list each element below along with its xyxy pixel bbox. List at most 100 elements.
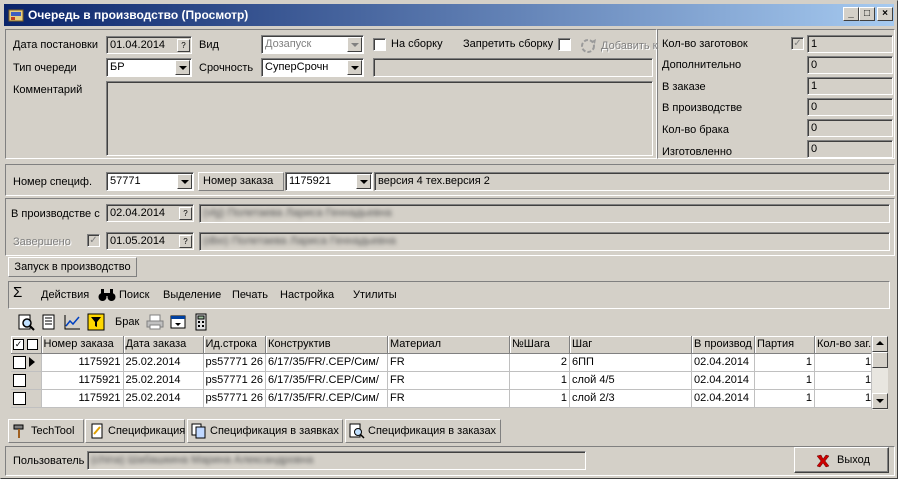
filter-icon[interactable]	[87, 313, 105, 331]
grid-cell[interactable]: 2	[509, 353, 570, 372]
grid-cell[interactable]: 1175921	[41, 371, 124, 390]
title-bar[interactable]: Очередь в производство (Просмотр)	[4, 4, 894, 26]
grid-cell[interactable]: 1	[814, 353, 875, 372]
grid-cell[interactable]: 02.04.2014	[691, 389, 755, 408]
row-checkbox[interactable]	[13, 373, 26, 387]
grid-cell[interactable]: 1	[814, 389, 875, 408]
exit-button[interactable]: Выход	[794, 447, 889, 473]
grid-cell[interactable]: 1	[754, 371, 815, 390]
col-header[interactable]: Конструктив	[265, 336, 388, 354]
chevron-down-icon[interactable]	[175, 60, 190, 75]
grid-cell[interactable]: 25.02.2014	[123, 389, 204, 408]
grid-cell[interactable]: FR	[387, 371, 510, 390]
date-field[interactable]: 01.04.2014 ?	[106, 36, 192, 54]
urgency-combo[interactable]: СуперСрочн	[261, 58, 364, 77]
check-all-icon[interactable]: ✓	[13, 338, 24, 350]
completed-date-field[interactable]: 01.05.2014 ?	[106, 232, 194, 250]
menu-print[interactable]: Печать	[232, 287, 268, 303]
menu-actions[interactable]: Действия	[41, 287, 89, 303]
grid-cell[interactable]: 25.02.2014	[123, 353, 204, 372]
uncheck-all-icon[interactable]	[27, 338, 39, 350]
grid-cell[interactable]: слой 2/3	[569, 389, 692, 408]
spec-number-combo[interactable]: 57771	[106, 172, 194, 191]
grid-cell[interactable]: 1	[509, 389, 570, 408]
table-row[interactable]: 1175921 25.02.2014 ps57771 26 6/17/35/FR…	[11, 389, 875, 408]
forbid-assembly-checkbox[interactable]	[558, 38, 571, 51]
grid-cell[interactable]: 1	[754, 389, 815, 408]
col-header[interactable]: Материал	[387, 336, 510, 354]
grid-cell[interactable]: 6/17/35/FR/.CEP/Сим/	[265, 371, 388, 390]
calendar-icon[interactable]: ?	[179, 207, 192, 220]
sum-icon[interactable]: Σ	[13, 285, 22, 301]
grid-cell[interactable]: 1	[754, 353, 815, 372]
row-checkbox[interactable]	[13, 391, 26, 405]
grid-cell[interactable]: 02.04.2014	[691, 371, 755, 390]
grid-cell[interactable]: 6/17/35/FR/.CEP/Сим/	[265, 389, 388, 408]
chart-icon[interactable]	[63, 313, 81, 331]
grid-cell[interactable]: 6/17/35/FR/.CEP/Сим/	[265, 353, 388, 372]
comment-field[interactable]	[106, 81, 653, 156]
tab-spec-in-orders[interactable]: Спецификация в заказах	[345, 419, 501, 443]
close-button[interactable]: ×	[877, 7, 893, 21]
chevron-down-icon[interactable]	[177, 174, 192, 189]
queue-type-combo[interactable]: БР	[106, 58, 192, 77]
preview-icon[interactable]	[17, 313, 35, 331]
tab-launch-production[interactable]: Запуск в производство	[8, 257, 137, 277]
document-icon[interactable]	[40, 313, 58, 331]
grid-cell[interactable]: FR	[387, 389, 510, 408]
grid-cell[interactable]: 1	[509, 371, 570, 390]
chevron-down-icon[interactable]	[347, 37, 362, 52]
calculator-icon[interactable]	[192, 313, 210, 331]
tab-spec-in-requests[interactable]: Спецификация в заявках	[187, 419, 343, 443]
calendar-icon[interactable]: ?	[177, 39, 190, 52]
chevron-down-icon[interactable]	[347, 60, 362, 75]
menu-settings[interactable]: Настройка	[280, 287, 334, 303]
grid-cell[interactable]: 25.02.2014	[123, 371, 204, 390]
grid-scrollbar[interactable]	[871, 336, 888, 410]
scroll-down-button[interactable]	[872, 393, 888, 409]
scroll-up-button[interactable]	[872, 336, 888, 352]
col-header[interactable]: Дата заказа	[123, 336, 204, 354]
row-selector[interactable]	[11, 371, 42, 390]
grid-cell[interactable]: ps57771 26	[203, 389, 266, 408]
col-header[interactable]: Номер заказа	[41, 336, 124, 354]
grid-select-all[interactable]: ✓	[11, 336, 42, 354]
col-header[interactable]: Шаг	[569, 336, 692, 354]
tab-specification[interactable]: Спецификация	[85, 419, 185, 443]
grid-cell[interactable]: ps57771 26	[203, 371, 266, 390]
grid-cell[interactable]: 6ПП	[569, 353, 692, 372]
col-header[interactable]: Ид.строка	[203, 336, 266, 354]
table-row[interactable]: 1175921 25.02.2014 ps57771 26 6/17/35/FR…	[11, 371, 875, 390]
in-production-date-field[interactable]: 02.04.2014 ?	[106, 204, 194, 222]
menu-utilities[interactable]: Утилиты	[353, 287, 397, 303]
col-header[interactable]: Кол-во заг.	[814, 336, 875, 354]
grid-cell[interactable]: 1175921	[41, 389, 124, 408]
table-row[interactable]: 1175921 25.02.2014 ps57771 26 6/17/35/FR…	[11, 353, 875, 372]
row-checkbox[interactable]	[13, 355, 26, 369]
minimize-button[interactable]: _	[843, 7, 859, 21]
kind-combo[interactable]: Дозапуск	[261, 35, 364, 54]
row-selector[interactable]	[11, 389, 42, 408]
export-icon[interactable]	[169, 313, 187, 331]
grid-cell[interactable]: слой 4/5	[569, 371, 692, 390]
grid-cell[interactable]: 1175921	[41, 353, 124, 372]
col-header[interactable]: В производ	[691, 336, 755, 354]
menu-search[interactable]: Поиск	[119, 287, 149, 303]
row-selector[interactable]	[11, 353, 42, 372]
tab-techtool[interactable]: TechTool	[8, 419, 84, 443]
grid-cell[interactable]: 02.04.2014	[691, 353, 755, 372]
chevron-down-icon[interactable]	[356, 174, 371, 189]
maximize-button[interactable]: □	[859, 7, 875, 21]
menu-selection[interactable]: Выделение	[163, 287, 221, 303]
col-header[interactable]: Партия	[754, 336, 815, 354]
calendar-icon[interactable]: ?	[179, 235, 192, 248]
col-header[interactable]: №Шага	[509, 336, 570, 354]
assembly-checkbox[interactable]	[373, 38, 386, 51]
scroll-thumb[interactable]	[872, 352, 888, 368]
grid-cell[interactable]: FR	[387, 353, 510, 372]
grid-cell[interactable]: ps57771 26	[203, 353, 266, 372]
order-number-combo[interactable]: 1175921	[285, 172, 373, 191]
print-icon[interactable]	[146, 313, 164, 331]
defect-button[interactable]: Брак	[115, 314, 139, 330]
add-button[interactable]: Добавить к	[601, 38, 657, 54]
